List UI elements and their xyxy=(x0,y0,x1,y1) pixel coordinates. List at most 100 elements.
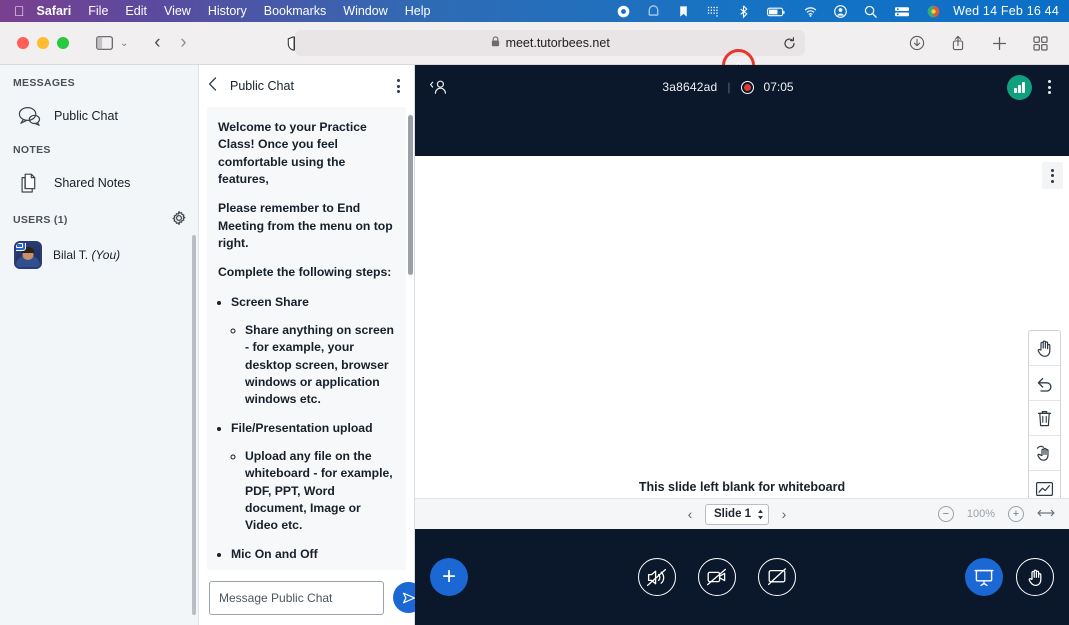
menu-item-help[interactable]: Help xyxy=(405,4,431,18)
meeting-top-right-icons xyxy=(1007,75,1055,100)
browser-toolbar: ⌄ ‹ › meet.tutorbees.net xyxy=(0,22,1069,65)
battery-icon[interactable] xyxy=(766,4,788,19)
back-chevron-icon[interactable] xyxy=(208,77,224,95)
new-tab-icon[interactable] xyxy=(986,30,1012,56)
close-window-button[interactable] xyxy=(17,37,29,49)
apple-menu-icon[interactable]:  xyxy=(14,4,25,18)
slide-select[interactable]: Slide 1 xyxy=(705,504,769,525)
slide-navigation-bar: ‹ Slide 1 › − 100% + xyxy=(415,498,1069,529)
slide-nav-controls: ‹ Slide 1 › xyxy=(683,504,791,525)
collapse-user-list-icon[interactable] xyxy=(429,78,449,96)
meeting-info: 3a8642ad | 07:05 xyxy=(449,80,1007,94)
control-center-icon[interactable] xyxy=(616,4,631,19)
menu-item-window[interactable]: Window xyxy=(343,4,387,18)
messages-section-header: MESSAGES xyxy=(0,77,198,89)
left-panel-scrollbar[interactable] xyxy=(192,235,196,615)
pan-hand-tool-button[interactable] xyxy=(1029,331,1060,366)
sidebar-item-public-chat[interactable]: Public Chat xyxy=(0,98,198,134)
raise-hand-button[interactable] xyxy=(1016,558,1054,596)
grid-icon[interactable] xyxy=(706,4,721,19)
multi-user-pointer-button[interactable] xyxy=(1029,436,1060,471)
screen-share-button[interactable] xyxy=(758,558,796,596)
reload-button[interactable] xyxy=(778,32,800,54)
chat-options-kebab-icon[interactable] xyxy=(393,75,404,97)
menu-item-file[interactable]: File xyxy=(88,4,108,18)
chat-scrollbar[interactable] xyxy=(408,115,413,275)
notes-section-header: NOTES xyxy=(0,144,198,156)
recording-indicator-icon[interactable] xyxy=(741,81,754,94)
zoom-level-label: 100% xyxy=(967,508,995,520)
public-chat-panel: Public Chat Welcome to your Practice Cla… xyxy=(199,65,415,625)
menu-item-view[interactable]: View xyxy=(164,4,191,18)
window-traffic-lights xyxy=(17,37,69,49)
share-icon[interactable] xyxy=(945,30,971,56)
zoom-in-button[interactable]: + xyxy=(1008,506,1024,522)
recording-time: 07:05 xyxy=(764,80,794,94)
menu-bar-clock[interactable]: Wed 14 Feb 16 44 xyxy=(953,4,1059,18)
display-icon[interactable] xyxy=(893,4,911,19)
minimize-window-button[interactable] xyxy=(37,37,49,49)
back-button[interactable]: ‹ xyxy=(144,30,170,56)
camera-off-button[interactable] xyxy=(698,558,736,596)
notes-pages-icon xyxy=(16,170,42,196)
sidebar-chevron-down-icon[interactable]: ⌄ xyxy=(120,38,128,49)
chat-message-list: Welcome to your Practice Class! Once you… xyxy=(199,107,414,570)
sidebar-item-shared-notes-label: Shared Notes xyxy=(54,176,130,190)
gear-icon[interactable] xyxy=(172,211,186,228)
bluetooth-icon[interactable] xyxy=(736,4,751,19)
address-bar[interactable]: meet.tutorbees.net xyxy=(295,30,805,56)
zoom-controls: − 100% + xyxy=(938,505,1055,523)
wifi-icon[interactable] xyxy=(803,4,818,19)
user-list-item[interactable]: Bilal T. (You) xyxy=(0,237,198,273)
status-icon-group xyxy=(616,4,941,19)
screen-mirroring-icon[interactable] xyxy=(646,4,661,19)
presentation-toggle-button[interactable] xyxy=(965,558,1003,596)
downloads-icon[interactable] xyxy=(904,30,930,56)
chat-input-area xyxy=(199,570,414,625)
avatar xyxy=(14,241,42,269)
clear-all-trash-button[interactable] xyxy=(1029,401,1060,436)
menu-item-bookmarks[interactable]: Bookmarks xyxy=(264,4,327,18)
sidebar-item-public-chat-label: Public Chat xyxy=(54,109,118,123)
fit-to-width-icon[interactable] xyxy=(1037,505,1055,523)
meeting-action-bar: + xyxy=(415,529,1069,625)
users-section-header: USERS (1) xyxy=(13,214,68,226)
account-icon[interactable] xyxy=(833,4,848,19)
maximize-window-button[interactable] xyxy=(57,37,69,49)
address-bar-area: meet.tutorbees.net xyxy=(196,30,904,56)
tab-overview-icon[interactable] xyxy=(1027,30,1053,56)
toolbar-right-icons xyxy=(904,30,1053,56)
undo-button[interactable] xyxy=(1029,366,1060,401)
sidebar-item-shared-notes[interactable]: Shared Notes xyxy=(0,165,198,201)
siri-icon[interactable] xyxy=(926,4,941,19)
menu-item-safari[interactable]: Safari xyxy=(37,4,72,18)
actions-plus-button[interactable]: + xyxy=(430,558,468,596)
next-slide-button[interactable]: › xyxy=(777,506,791,522)
chat-message-paragraph-2: Please remember to End Meeting from the … xyxy=(218,200,395,252)
slide-select-wrapper: Slide 1 xyxy=(705,504,769,525)
media-controls xyxy=(468,558,965,596)
forward-button[interactable]: › xyxy=(170,30,196,56)
presentation-controls xyxy=(965,558,1054,596)
menu-item-edit[interactable]: Edit xyxy=(125,4,147,18)
chat-header: Public Chat xyxy=(199,65,414,107)
menu-item-history[interactable]: History xyxy=(208,4,247,18)
address-bar-url: meet.tutorbees.net xyxy=(506,36,610,50)
previous-slide-button[interactable]: ‹ xyxy=(683,506,697,522)
list-item: Upload any file on the whiteboard - for … xyxy=(245,448,395,535)
meeting-options-kebab-icon[interactable] xyxy=(1044,76,1055,98)
bbb-left-panel: MESSAGES Public Chat NOTES Shared Notes … xyxy=(0,65,199,625)
macos-menu-bar:  Safari File Edit View History Bookmark… xyxy=(0,0,1069,22)
audio-mute-button[interactable] xyxy=(638,558,676,596)
search-icon[interactable] xyxy=(863,4,878,19)
zoom-out-button[interactable]: − xyxy=(938,506,954,522)
chat-message-paragraph-1: Welcome to your Practice Class! Once you… xyxy=(218,119,395,188)
whiteboard-options-kebab-icon[interactable] xyxy=(1042,162,1063,189)
whiteboard-caption: This slide left blank for whiteboard xyxy=(415,480,1069,494)
chat-message-input[interactable] xyxy=(209,581,384,615)
meeting-id: 3a8642ad xyxy=(662,80,717,94)
meeting-area: 3a8642ad | 07:05 This slide left blank f… xyxy=(415,65,1069,625)
bookmark-icon[interactable] xyxy=(676,4,691,19)
connection-status-icon[interactable] xyxy=(1007,75,1032,100)
sidebar-toggle-icon[interactable] xyxy=(91,30,117,56)
